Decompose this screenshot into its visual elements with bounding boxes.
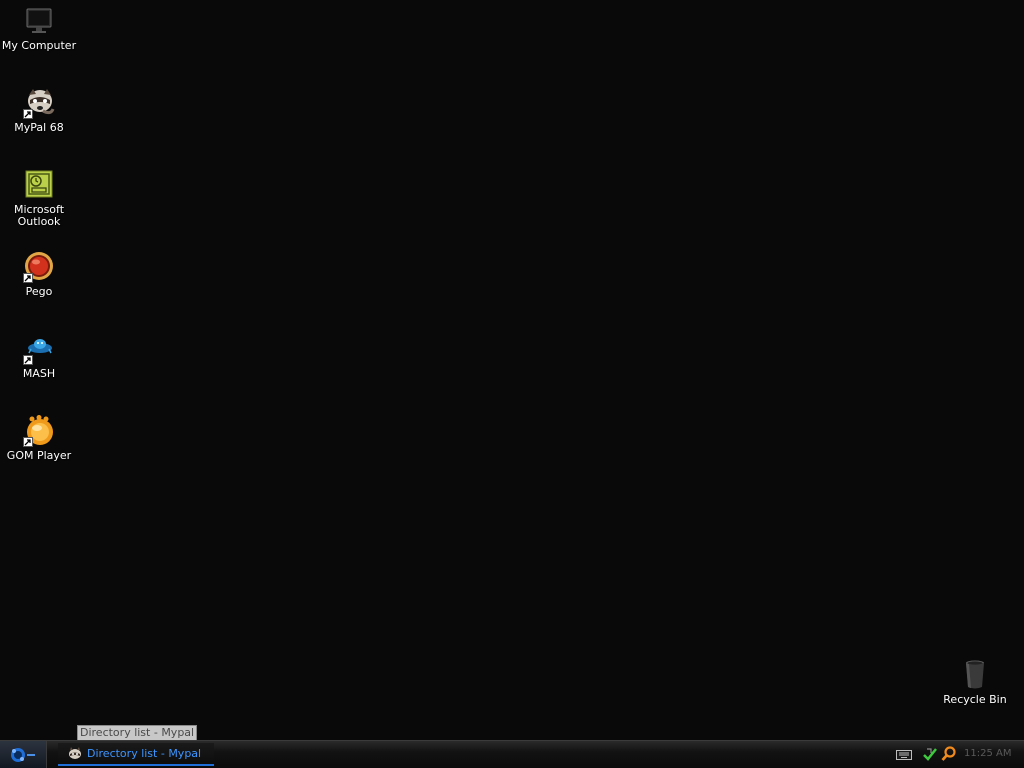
desktop-icon-pego[interactable]: Pego — [0, 251, 78, 298]
desktop-icon-recycle-bin[interactable]: Recycle Bin — [936, 659, 1014, 706]
icon-label: Pego — [25, 285, 53, 298]
desktop-icon-gom-player[interactable]: GOM Player — [0, 415, 78, 462]
taskbar: Directory list - Mypal 11:25 AM — [0, 740, 1024, 768]
icon-label: Recycle Bin — [943, 693, 1007, 706]
shortcut-arrow-icon — [23, 437, 33, 447]
desktop-icon-mash[interactable]: MASH — [0, 333, 78, 380]
desktop-icon-mypal[interactable]: MyPal 68 — [0, 87, 78, 134]
gom-player-icon — [23, 415, 55, 447]
recycle-bin-icon — [959, 659, 991, 691]
desktop-icon-my-computer[interactable]: My Computer — [0, 5, 78, 52]
search-icon[interactable] — [941, 746, 957, 762]
icon-label: MASH — [22, 367, 56, 380]
shortcut-arrow-icon — [23, 355, 33, 365]
shortcut-arrow-icon — [23, 109, 33, 119]
monitor-icon — [23, 5, 55, 37]
taskbar-clock[interactable]: 11:25 AM — [964, 748, 1011, 760]
pego-red-orb-icon — [23, 251, 55, 283]
icon-label: My Computer — [1, 39, 77, 52]
desktop-icon-outlook[interactable]: Microsoft Outlook — [0, 169, 78, 228]
mypal-raccoon-icon — [23, 87, 55, 119]
system-tray: 11:25 AM — [0, 741, 1024, 768]
green-arrow-icon[interactable] — [922, 746, 938, 762]
outlook-icon — [23, 169, 55, 201]
icon-label: GOM Player — [6, 449, 72, 462]
mash-icon — [23, 333, 55, 365]
icon-label: Microsoft Outlook — [13, 203, 65, 228]
icon-label: MyPal 68 — [14, 121, 64, 134]
keyboard-icon[interactable] — [896, 750, 912, 760]
shortcut-arrow-icon — [23, 273, 33, 283]
taskbar-tooltip: Directory list - Mypal — [77, 725, 198, 741]
desktop: My Computer MyPal 68 Microsoft Outlook P… — [0, 0, 1024, 740]
